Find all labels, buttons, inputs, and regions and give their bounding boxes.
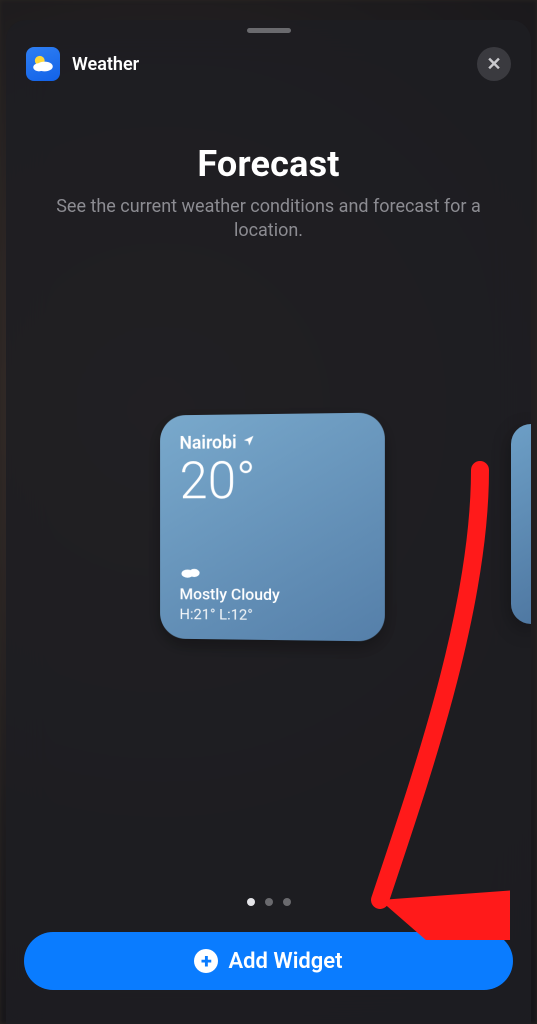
close-button[interactable]: ✕ (477, 47, 511, 81)
add-widget-button[interactable]: + Add Widget (24, 932, 513, 990)
page-dot[interactable] (265, 898, 273, 906)
page-title: Forecast (32, 143, 505, 185)
add-widget-label: Add Widget (228, 949, 342, 974)
widget-preview-area[interactable]: Nairobi 20° Mostly Cloudy H:21° L:12° (6, 414, 531, 664)
page-indicator[interactable] (6, 898, 531, 906)
app-name-label: Weather (72, 54, 139, 75)
sheet-header: Weather ✕ (6, 33, 531, 87)
location-arrow-icon (243, 434, 256, 451)
widget-temperature: 20° (179, 454, 364, 507)
title-block: Forecast See the current weather conditi… (6, 87, 531, 244)
close-icon: ✕ (486, 54, 501, 75)
page-dot[interactable] (283, 898, 291, 906)
widget-condition-block: Mostly Cloudy H:21° L:12° (179, 562, 364, 624)
weather-widget-small[interactable]: Nairobi 20° Mostly Cloudy H:21° L:12° (160, 412, 385, 641)
cloud-icon (179, 562, 364, 583)
next-widget-peek[interactable] (511, 424, 531, 624)
widget-high-low: H:21° L:12° (179, 605, 364, 625)
widget-picker-sheet: Weather ✕ Forecast See the current weath… (6, 20, 531, 1024)
page-subtitle: See the current weather conditions and f… (32, 195, 505, 244)
weather-app-icon (26, 47, 60, 81)
widget-condition: Mostly Cloudy (179, 584, 364, 604)
page-dot[interactable] (247, 898, 255, 906)
plus-circle-icon: + (194, 949, 218, 973)
